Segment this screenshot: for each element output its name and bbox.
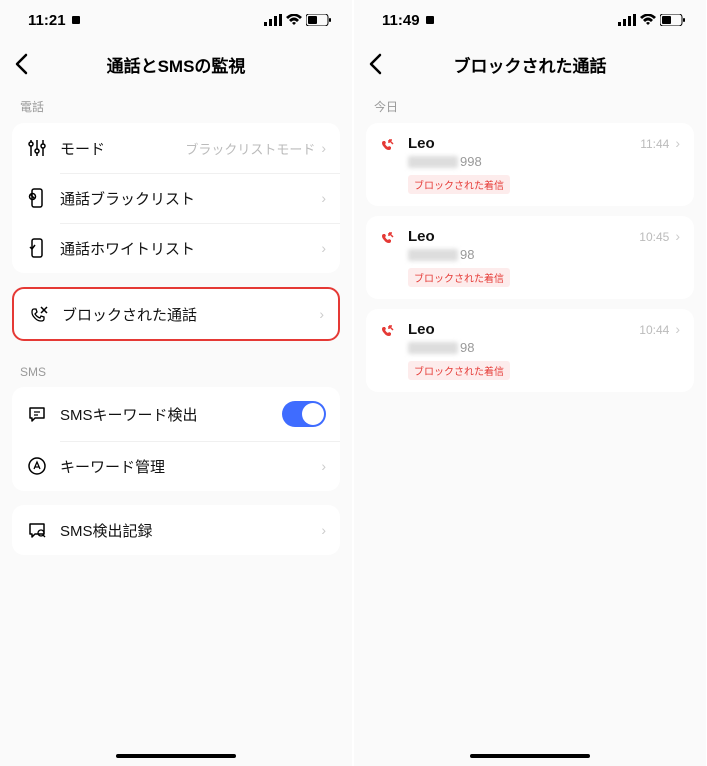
status-bar: 11:49 <box>354 0 706 40</box>
call-name: Leo <box>408 228 629 245</box>
row-label: SMSキーワード検出 <box>60 404 282 425</box>
wifi-icon <box>286 14 302 26</box>
battery-icon <box>306 14 332 26</box>
card-phone-main: モード ブラックリストモード › 通話ブラックリスト › 通話ホワイトリスト › <box>12 123 340 273</box>
row-label: 通話ホワイトリスト <box>60 238 321 259</box>
section-label-today: 今日 <box>366 88 694 123</box>
chevron-right-icon: › <box>321 240 326 256</box>
call-name: Leo <box>408 321 629 338</box>
call-item[interactable]: Leo 998 ブロックされた着信 11:44 › <box>366 123 694 206</box>
missed-call-icon <box>380 137 398 155</box>
page-header: 通話とSMSの監視 <box>0 40 352 88</box>
row-value: ブラックリストモード <box>185 139 315 158</box>
call-time: 11:44 <box>640 137 669 151</box>
row-mode[interactable]: モード ブラックリストモード › <box>12 123 340 173</box>
home-indicator[interactable] <box>470 754 590 758</box>
call-number: 98 <box>408 340 629 355</box>
call-time: 10:44 <box>639 323 669 337</box>
row-label: SMS検出記録 <box>60 520 321 541</box>
card-blocked-calls: ブロックされた通話 › <box>12 287 340 341</box>
row-sms-log[interactable]: SMS検出記録 › <box>12 505 340 555</box>
row-blocked-calls[interactable]: ブロックされた通話 › <box>14 289 338 339</box>
chevron-left-icon <box>14 53 28 75</box>
card-sms-main: SMSキーワード検出 キーワード管理 › <box>12 387 340 491</box>
wifi-icon <box>640 14 656 26</box>
chevron-right-icon: › <box>321 458 326 474</box>
chat-keyword-icon <box>26 403 48 425</box>
app-indicator-icon <box>70 14 82 26</box>
phone-allow-icon <box>26 237 48 259</box>
back-button[interactable] <box>368 53 382 75</box>
toggle-sms-keyword[interactable] <box>282 401 326 427</box>
cellular-icon <box>618 14 636 26</box>
call-item[interactable]: Leo 98 ブロックされた着信 10:45 › <box>366 216 694 299</box>
status-bar: 11:21 <box>0 0 352 40</box>
call-status: ブロックされた着信 <box>408 175 510 194</box>
page-header: ブロックされた通話 <box>354 40 706 88</box>
chat-log-icon <box>26 519 48 541</box>
row-whitelist[interactable]: 通話ホワイトリスト › <box>12 223 340 273</box>
row-label: 通話ブラックリスト <box>60 188 321 209</box>
home-indicator[interactable] <box>116 754 236 758</box>
call-item[interactable]: Leo 98 ブロックされた着信 10:44 › <box>366 309 694 392</box>
chevron-right-icon: › <box>675 135 680 151</box>
call-time: 10:45 <box>639 230 669 244</box>
app-indicator-icon <box>424 14 436 26</box>
keyword-manage-icon <box>26 455 48 477</box>
section-label-phone: 電話 <box>12 88 340 123</box>
section-label-sms: SMS <box>12 355 340 387</box>
call-status: ブロックされた着信 <box>408 268 510 287</box>
call-name: Leo <box>408 135 630 152</box>
page-title: 通話とSMSの監視 <box>0 52 352 77</box>
missed-call-icon <box>380 323 398 341</box>
call-blocked-icon <box>28 303 50 325</box>
chevron-right-icon: › <box>321 522 326 538</box>
chevron-right-icon: › <box>321 190 326 206</box>
phone-left: 11:21 通話とSMSの監視 電話 モード ブラックリストモード › <box>0 0 352 766</box>
chevron-right-icon: › <box>321 140 326 156</box>
chevron-right-icon: › <box>675 228 680 244</box>
status-time: 11:21 <box>28 12 66 29</box>
phone-block-icon <box>26 187 48 209</box>
row-keyword-manage[interactable]: キーワード管理 › <box>12 441 340 491</box>
cellular-icon <box>264 14 282 26</box>
missed-call-icon <box>380 230 398 248</box>
chevron-right-icon: › <box>675 321 680 337</box>
call-status: ブロックされた着信 <box>408 361 510 380</box>
row-label: ブロックされた通話 <box>62 304 319 325</box>
call-number: 998 <box>408 154 630 169</box>
row-sms-keyword[interactable]: SMSキーワード検出 <box>12 387 340 441</box>
status-time: 11:49 <box>382 12 420 29</box>
sliders-icon <box>26 137 48 159</box>
page-title: ブロックされた通話 <box>354 52 706 77</box>
row-label: キーワード管理 <box>60 456 321 477</box>
row-label: モード <box>60 138 185 159</box>
phone-right: 11:49 ブロックされた通話 今日 Leo 998 ブロックされた着信 1 <box>354 0 706 766</box>
row-blacklist[interactable]: 通話ブラックリスト › <box>12 173 340 223</box>
chevron-right-icon: › <box>319 306 324 322</box>
chevron-left-icon <box>368 53 382 75</box>
back-button[interactable] <box>14 53 28 75</box>
card-sms-log: SMS検出記録 › <box>12 505 340 555</box>
call-number: 98 <box>408 247 629 262</box>
battery-icon <box>660 14 686 26</box>
